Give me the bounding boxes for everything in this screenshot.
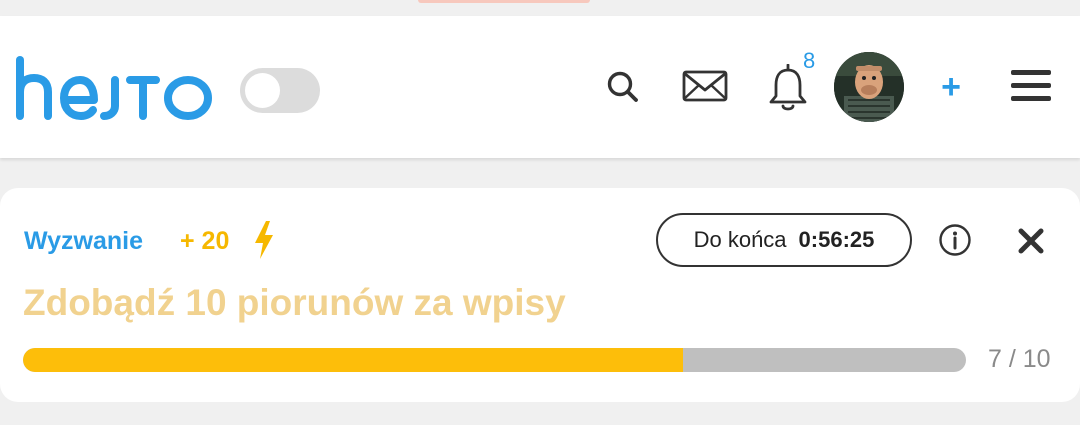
toggle-knob (245, 73, 280, 108)
timer-value: 0:56:25 (798, 227, 875, 252)
mail-icon[interactable] (680, 66, 730, 106)
hamburger-icon[interactable] (1010, 68, 1052, 104)
time-remaining-pill: Do końca 0:56:25 (656, 213, 912, 267)
avatar-image (834, 52, 904, 122)
top-navbar: 8 + (0, 16, 1080, 158)
dark-mode-toggle[interactable] (240, 68, 320, 113)
top-accent-bar (418, 0, 590, 3)
challenge-card: Wyzwanie + 20 Do końca 0:56:25 Zdobądź 1… (0, 188, 1080, 402)
progress-bar-fill (23, 348, 684, 372)
search-icon[interactable] (604, 68, 642, 106)
add-post-button[interactable]: + (936, 67, 966, 107)
challenge-points: + 20 (180, 227, 230, 255)
notification-count-badge: 8 (803, 48, 816, 73)
info-icon[interactable] (938, 223, 972, 257)
timer-label: Do końca (693, 227, 787, 252)
progress-bar (23, 348, 966, 372)
hejto-logo[interactable] (14, 56, 216, 120)
progress-count: 7 / 10 (988, 345, 1051, 373)
challenge-label: Wyzwanie (24, 227, 144, 255)
user-avatar[interactable] (834, 52, 904, 122)
close-icon[interactable] (1016, 226, 1046, 256)
lightning-icon (255, 221, 273, 259)
challenge-title: Zdobądź 10 piorunów za wpisy (23, 282, 566, 323)
